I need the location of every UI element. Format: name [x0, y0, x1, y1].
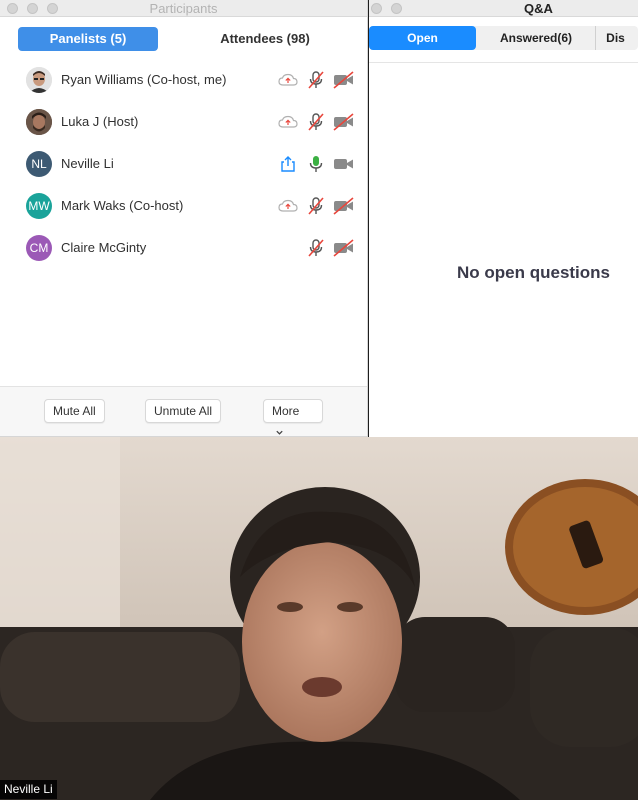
participant-row[interactable]: CM Claire McGinty — [0, 226, 367, 268]
mic-muted-icon[interactable] — [305, 69, 327, 91]
cloud-icon — [277, 195, 299, 217]
chevron-down-icon — [276, 430, 283, 435]
share-screen-icon — [277, 153, 299, 175]
empty-slot — [277, 237, 299, 259]
tab-open[interactable]: Open — [369, 26, 476, 50]
participant-row[interactable]: MW Mark Waks (Co-host) — [0, 184, 367, 226]
qa-titlebar: Q&A — [369, 0, 638, 17]
participants-title: Participants — [149, 1, 218, 16]
participant-name: Neville Li — [61, 156, 114, 171]
unmute-all-button[interactable]: Unmute All — [145, 399, 222, 423]
mic-muted-icon[interactable] — [305, 195, 327, 217]
cloud-icon — [277, 69, 299, 91]
avatar — [26, 67, 52, 93]
mic-icon[interactable] — [305, 153, 327, 175]
avatar: NL — [26, 151, 52, 177]
video-off-icon[interactable] — [333, 111, 355, 133]
video-off-icon[interactable] — [333, 237, 355, 259]
tab-attendees[interactable]: Attendees (98) — [200, 27, 330, 51]
participant-status-icons — [277, 69, 355, 91]
tab-dismissed[interactable]: Dis — [595, 26, 635, 50]
participant-status-icons — [277, 111, 355, 133]
avatar: MW — [26, 193, 52, 219]
qa-title: Q&A — [524, 1, 553, 16]
tab-answered[interactable]: Answered(6) — [481, 26, 591, 50]
mute-all-button[interactable]: Mute All — [44, 399, 105, 423]
video-off-icon[interactable] — [333, 69, 355, 91]
participant-row[interactable]: Ryan Williams (Co-host, me) — [0, 58, 367, 100]
more-button-label: More — [272, 404, 300, 418]
participants-titlebar: Participants — [0, 0, 367, 17]
participants-window: Participants Panelists (5) Attendees (98… — [0, 0, 368, 437]
participants-tabs: Panelists (5) Attendees (98) — [18, 27, 347, 51]
participant-status-icons — [277, 237, 355, 259]
cloud-icon — [277, 111, 299, 133]
video-off-icon[interactable] — [333, 195, 355, 217]
participant-status-icons — [277, 153, 355, 175]
participant-status-icons — [277, 195, 355, 217]
participant-list: Ryan Williams (Co-host, me) Luka J (Host)… — [0, 58, 367, 268]
mic-muted-icon[interactable] — [305, 111, 327, 133]
speaker-video: Neville Li — [0, 437, 638, 800]
speaker-name-tag: Neville Li — [0, 780, 57, 799]
avatar — [26, 109, 52, 135]
participant-name: Mark Waks (Co-host) — [61, 198, 184, 213]
qa-empty-message: No open questions — [457, 263, 610, 282]
qa-window: Q&A Open Answered(6) Dis No open questio… — [369, 0, 638, 437]
qa-divider — [369, 62, 638, 63]
qa-tabs: Open Answered(6) Dis — [369, 26, 638, 50]
tab-panelists[interactable]: Panelists (5) — [18, 27, 158, 51]
participant-row[interactable]: NL Neville Li — [0, 142, 367, 184]
participant-name: Claire McGinty — [61, 240, 147, 255]
avatar: CM — [26, 235, 52, 261]
participants-footer: Mute All Unmute All More — [0, 386, 367, 436]
participant-name: Ryan Williams (Co-host, me) — [61, 72, 227, 87]
speaker-video-frame — [0, 437, 638, 800]
participant-name: Luka J (Host) — [61, 114, 139, 129]
video-icon[interactable] — [333, 153, 355, 175]
more-button[interactable]: More — [263, 399, 323, 435]
participant-row[interactable]: Luka J (Host) — [0, 100, 367, 142]
mic-muted-icon[interactable] — [305, 237, 327, 259]
